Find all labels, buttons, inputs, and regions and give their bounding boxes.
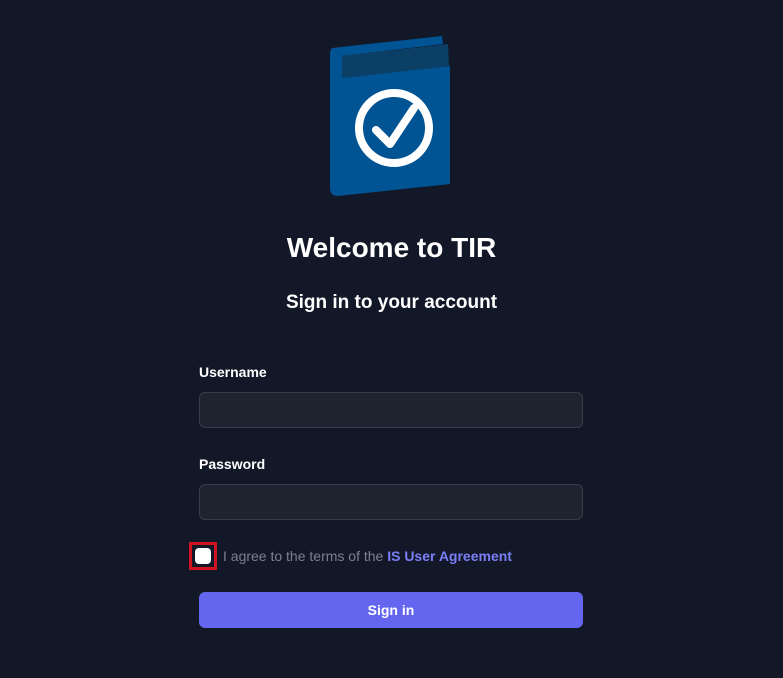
username-label: Username: [199, 364, 267, 380]
agreement-checkbox[interactable]: [195, 548, 211, 564]
password-label: Password: [199, 456, 266, 472]
password-input[interactable]: [199, 484, 583, 520]
user-agreement-link[interactable]: IS User Agreement: [387, 548, 512, 564]
agreement-row: I agree to the terms of the IS User Agre…: [189, 540, 512, 572]
book-checkmark-icon: [330, 36, 450, 196]
sign-in-button[interactable]: Sign in: [199, 592, 583, 628]
checkbox-highlight-box: [189, 542, 217, 570]
username-input[interactable]: [199, 392, 583, 428]
agreement-prefix: I agree to the terms of the: [223, 548, 384, 564]
page-title: Welcome to TIR: [286, 232, 497, 263]
agreement-text: I agree to the terms of the IS User Agre…: [223, 547, 512, 565]
login-page: Welcome to TIR Sign in to your account U…: [0, 0, 783, 678]
page-subtitle: Sign in to your account: [285, 292, 498, 313]
